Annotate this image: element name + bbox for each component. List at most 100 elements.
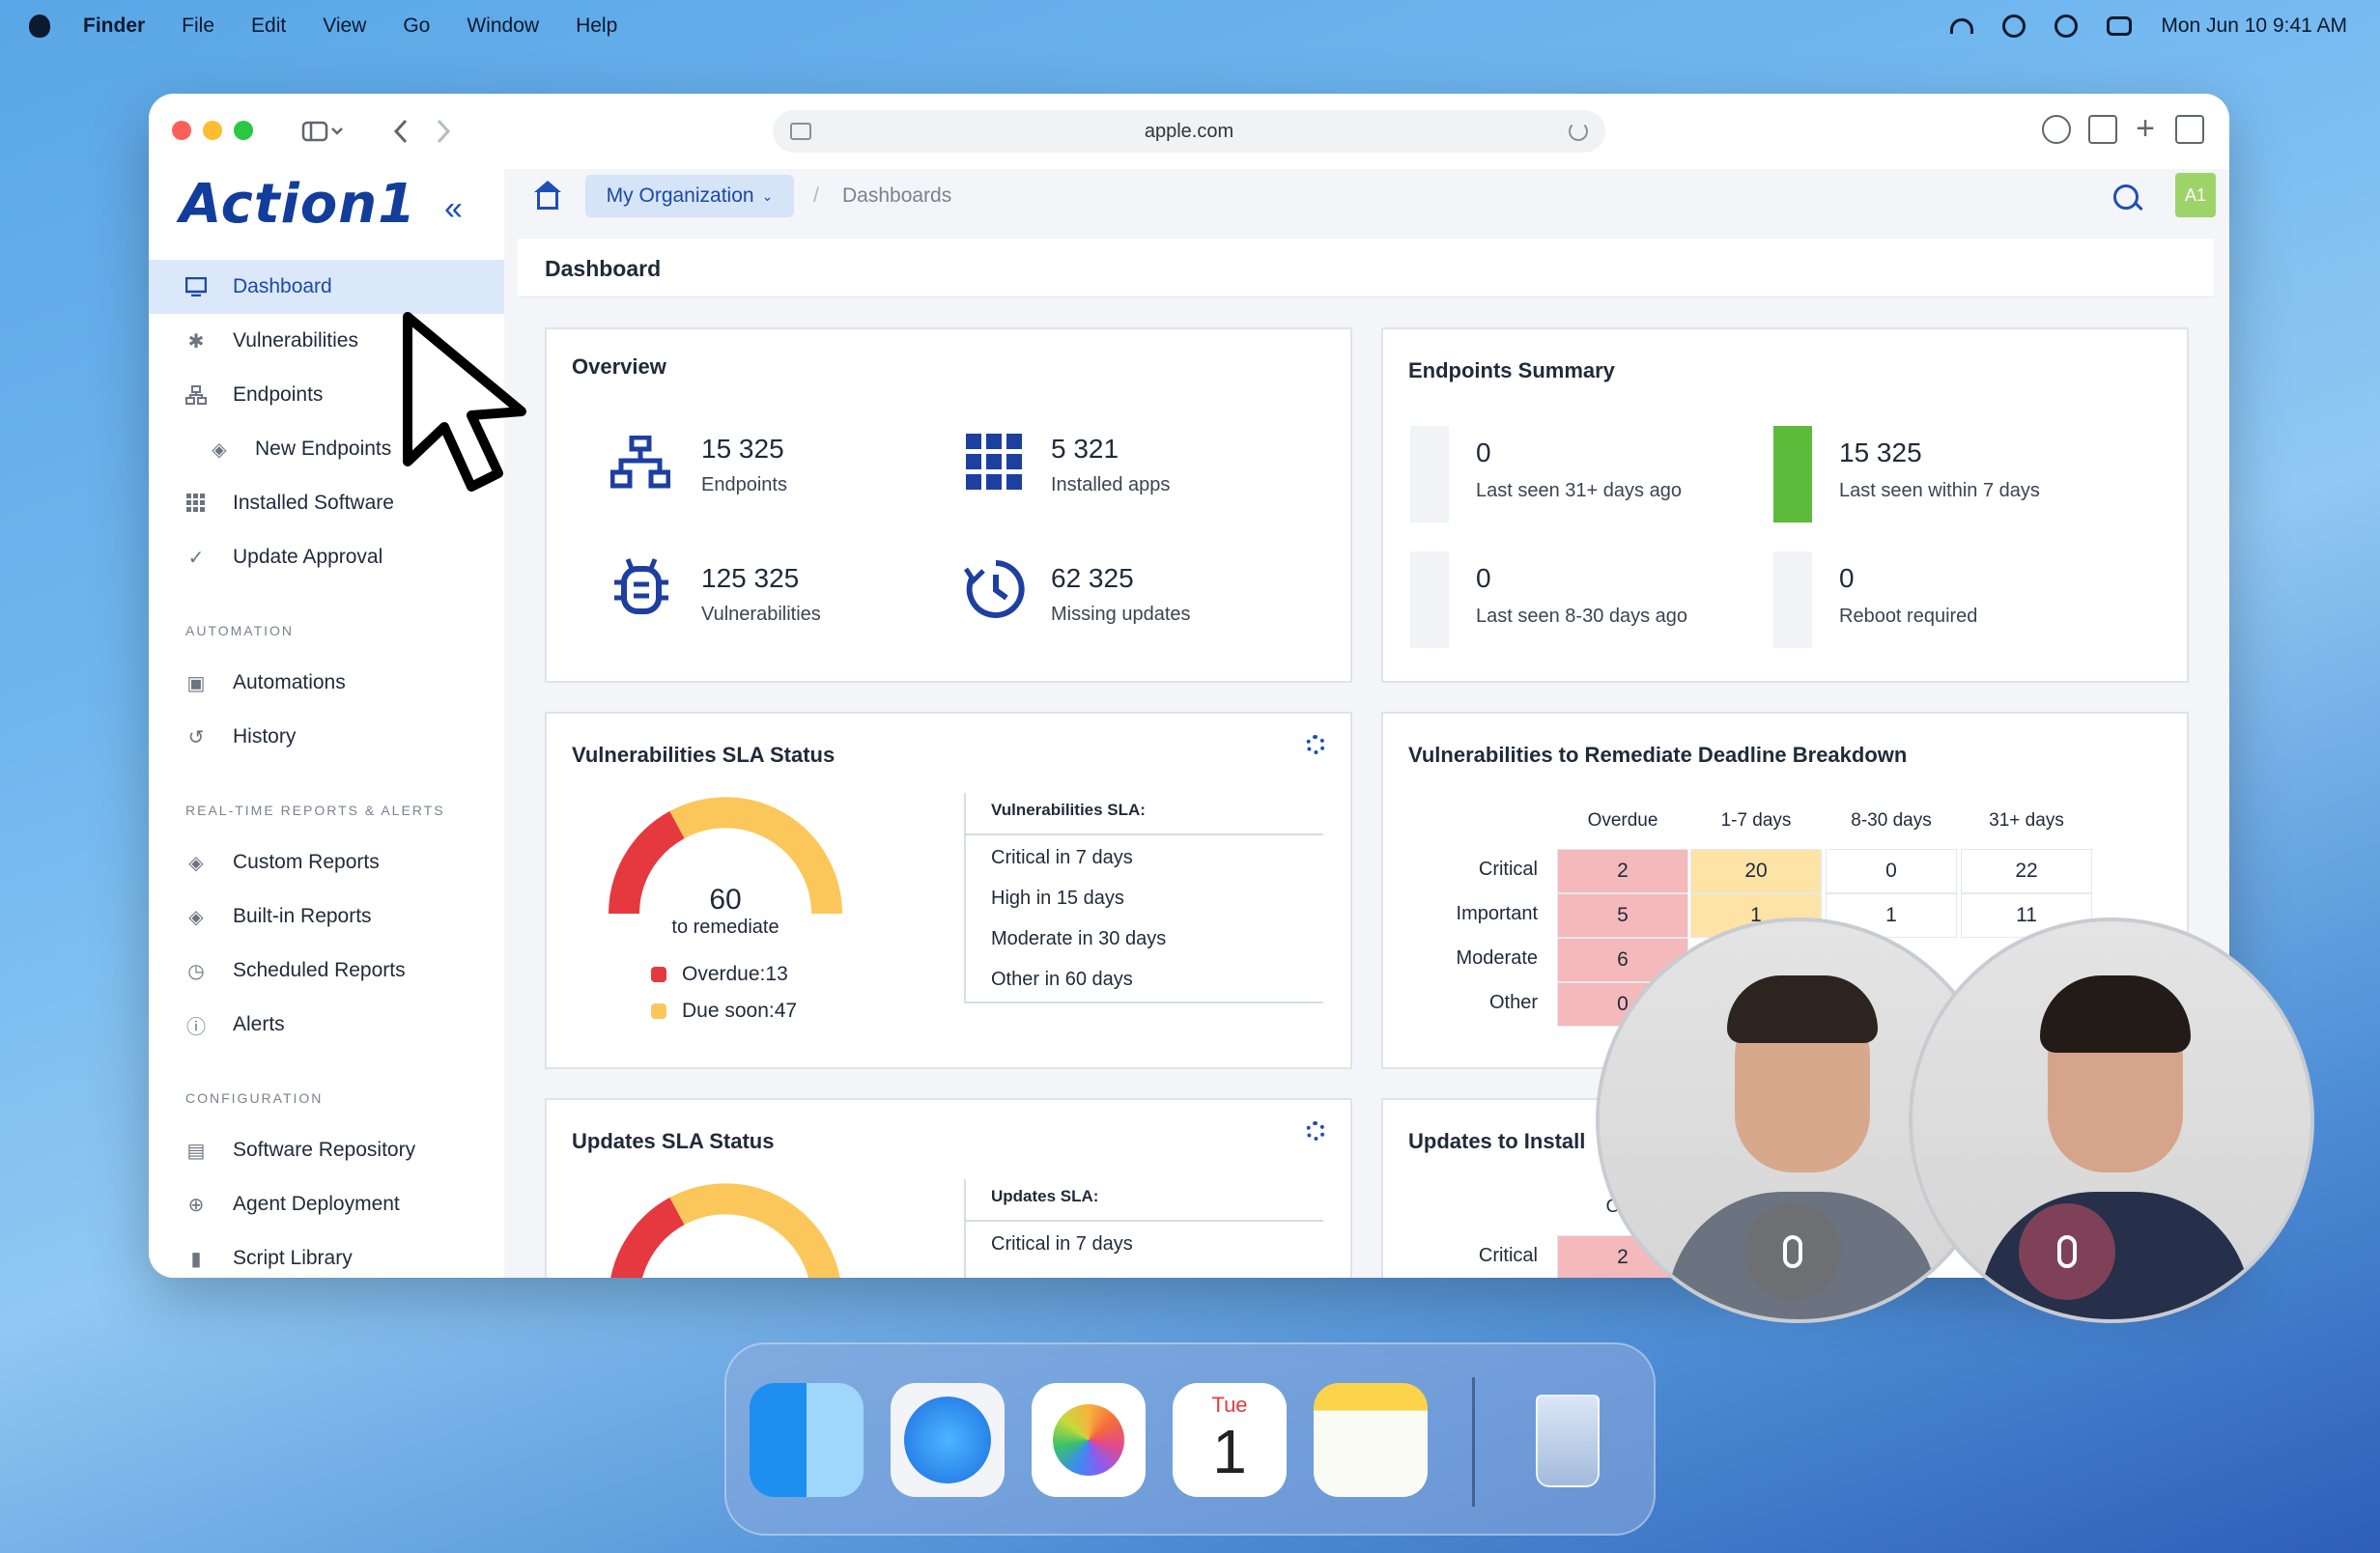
summary-8-30-label[interactable]: Last seen 8-30 days ago [1476,606,1687,628]
address-bar[interactable]: apple.com [773,110,1605,153]
calendar-icon: ▣ [186,672,206,694]
app-topnav: My Organization ⌄ / Dashboards A1 [504,169,2229,237]
endpoints-summary-title: Endpoints Summary [1408,358,1615,382]
video-participant-2[interactable] [1909,918,2314,1323]
layers-icon: ◈ [188,906,204,928]
avatar[interactable]: A1 [2175,173,2216,217]
control-center-icon[interactable] [2107,16,2133,36]
cell-critical-8-30[interactable]: 0 [1826,849,1957,893]
zoom-window-button[interactable] [234,121,253,140]
calendar-day: Tue [1211,1393,1248,1417]
forward-icon[interactable] [429,115,458,148]
search-icon: ⊕ [187,1194,205,1216]
wifi-icon[interactable] [1950,18,1974,34]
page-title: Dashboard [545,256,662,281]
summary-reboot-label[interactable]: Reboot required [1839,606,1977,628]
cell-critical-1-7[interactable]: 20 [1690,849,1822,893]
collapse-sidebar-icon[interactable]: « [444,190,463,228]
stat-missing-updates-label: Missing updates [1051,604,1191,625]
menu-edit[interactable]: Edit [251,14,286,38]
downloads-icon[interactable] [2042,115,2071,144]
package-icon: ▤ [186,1140,206,1162]
menu-bar: Finder File Edit View Go Window Help Mon… [0,0,2380,52]
finder-icon[interactable] [750,1383,864,1497]
col-overdue: Overdue [1587,810,1658,831]
menu-help[interactable]: Help [576,14,617,38]
row-important: Important [1456,903,1538,924]
gear-icon[interactable] [1306,1121,1325,1141]
vuln-sla-list-title: Vulnerabilities SLA: [991,801,1146,819]
stat-vulnerabilities-value: 125 325 [701,563,800,593]
close-window-button[interactable] [172,121,191,140]
breadcrumb-dashboards[interactable]: Dashboards [842,184,951,208]
safari-icon[interactable] [891,1383,1005,1497]
overview-card: Overview 15 325 Endpoints 5 321 Installe… [545,327,1352,683]
sidebar-item-scheduled-reports[interactable]: ◷ Scheduled Reports [149,944,504,998]
gear-icon[interactable] [1306,735,1325,754]
sidebar-item-automations[interactable]: ▣ Automations [149,656,504,710]
apple-icon[interactable] [29,14,50,38]
summary-7days-value: 15 325 [1839,438,1922,467]
menu-clock[interactable]: Mon Jun 10 9:41 AM [2161,14,2347,38]
calendar-icon[interactable]: Tue 1 [1173,1383,1287,1497]
stat-endpoints-value: 15 325 [701,434,784,464]
notes-icon[interactable] [1314,1383,1428,1497]
layers-icon: ◈ [212,438,227,461]
menu-app-name[interactable]: Finder [83,14,145,38]
summary-31plus-label[interactable]: Last seen 31+ days ago [1476,480,1682,502]
home-icon[interactable] [534,181,561,210]
sla-item: Other in 60 days [991,969,1133,990]
gauge-value: 60 [709,884,742,916]
tab-overview-icon[interactable] [2175,115,2204,144]
summary-31plus-value: 0 [1476,438,1491,467]
menu-window[interactable]: Window [467,14,539,38]
sidebar-item-history[interactable]: ↺ History [149,710,504,764]
cell-critical-31plus[interactable]: 22 [1961,849,2092,893]
sidebar-item-agent-deployment[interactable]: ⊕ Agent Deployment [149,1177,504,1231]
organization-dropdown[interactable]: My Organization ⌄ [585,175,794,217]
sidebar-item-software-repository[interactable]: ▤ Software Repository [149,1123,504,1177]
sla-item: High in 15 days [991,888,1124,909]
menu-file[interactable]: File [182,14,214,38]
updates-sla-title: Updates SLA Status [572,1129,775,1153]
script-icon: ▮ [190,1248,202,1270]
network-icon [609,435,671,501]
new-tab-icon[interactable]: + [2131,112,2160,145]
trash-icon[interactable] [1511,1383,1625,1497]
summary-7days-label[interactable]: Last seen within 7 days [1839,480,2040,502]
clock-icon: ◷ [187,960,205,982]
sidebar-item-update-approval[interactable]: ✓ Update Approval [149,530,504,584]
deadline-title: Vulnerabilities to Remediate Deadline Br… [1408,743,1908,767]
summary-bar-31plus [1410,426,1449,522]
microphone-muted-icon[interactable] [2019,1203,2115,1300]
sidebar-item-built-in-reports[interactable]: ◈ Built-in Reports [149,889,504,944]
microphone-icon[interactable] [1744,1203,1841,1300]
sidebar-item-custom-reports[interactable]: ◈ Custom Reports [149,835,504,889]
cell-critical-overdue[interactable]: 2 [1557,849,1688,893]
back-icon[interactable] [386,115,415,148]
grid-icon [966,434,1022,501]
network-icon [185,384,207,406]
overdue-legend-swatch [651,967,666,982]
spotlight-icon[interactable] [2002,14,2026,38]
chevron-down-icon: ⌄ [761,187,774,204]
sidebar-item-script-library[interactable]: ▮ Script Library [149,1231,504,1278]
sidebar-toggle-icon[interactable] [294,115,352,148]
action1-logo[interactable]: Action1 [180,173,416,236]
section-automation: AUTOMATION [185,623,295,638]
reload-icon[interactable] [1569,122,1588,141]
endpoints-summary-card: Endpoints Summary 0 Last seen 31+ days a… [1381,327,2189,683]
vuln-sla-card: Vulnerabilities SLA Status 60 to remedia… [545,712,1352,1069]
minimize-window-button[interactable] [203,121,222,140]
menu-view[interactable]: View [323,14,366,38]
sidebar-item-alerts[interactable]: ⓘ Alerts [149,998,504,1052]
page-settings-icon[interactable] [790,123,811,140]
summary-bar-reboot [1773,551,1812,648]
user-icon[interactable] [2054,14,2079,38]
search-icon[interactable] [2113,184,2139,210]
sidebar-item-dashboard[interactable]: Dashboard [149,260,504,314]
photos-icon[interactable] [1032,1383,1146,1497]
share-icon[interactable] [2088,115,2117,144]
menu-go[interactable]: Go [403,14,430,38]
row-critical: Critical [1478,859,1538,880]
